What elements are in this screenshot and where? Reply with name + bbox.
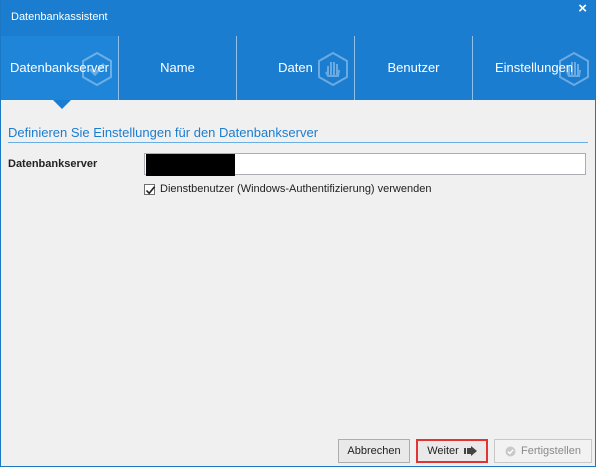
step-daten[interactable]: Daten bbox=[237, 36, 355, 100]
cancel-button[interactable]: Abbrechen bbox=[338, 439, 410, 463]
title-bar: Datenbankassistent × bbox=[1, 0, 595, 36]
close-icon[interactable]: × bbox=[578, 0, 587, 18]
cancel-button-label: Abbrechen bbox=[347, 445, 401, 457]
button-bar: Abbrechen Weiter Fertigstellen bbox=[1, 430, 595, 466]
section-divider bbox=[8, 142, 588, 143]
finish-button[interactable]: Fertigstellen bbox=[494, 439, 592, 463]
next-button[interactable]: Weiter bbox=[416, 439, 488, 463]
service-user-option[interactable]: Dienstbenutzer (Windows-Authentifizierun… bbox=[144, 183, 431, 195]
step-benutzer[interactable]: Benutzer bbox=[355, 36, 473, 100]
step-einstellungen[interactable]: Einstellungen bbox=[473, 36, 595, 100]
wizard-steps: Datenbankserver Name Daten Benutzer Eins… bbox=[1, 36, 595, 109]
next-button-label: Weiter bbox=[427, 445, 459, 457]
step-name[interactable]: Name bbox=[119, 36, 237, 100]
section-title: Definieren Sie Einstellungen für den Dat… bbox=[8, 125, 319, 140]
service-user-label: Dienstbenutzer (Windows-Authentifizierun… bbox=[160, 183, 432, 195]
server-field-label: Datenbankserver bbox=[8, 158, 98, 170]
redacted-server-name bbox=[146, 154, 235, 176]
arrow-right-icon bbox=[463, 446, 477, 456]
step-datenbankserver[interactable]: Datenbankserver bbox=[1, 36, 119, 109]
check-circle-icon bbox=[505, 446, 516, 456]
step-label: Daten bbox=[278, 60, 313, 75]
step-label: Datenbankserver bbox=[10, 60, 109, 75]
active-step-pointer bbox=[53, 100, 71, 109]
step-label: Einstellungen bbox=[494, 60, 574, 75]
service-user-checkbox[interactable] bbox=[144, 183, 156, 195]
step-label: Benutzer bbox=[387, 60, 440, 75]
checkmark-icon bbox=[145, 185, 156, 195]
database-assistant-window: Datenbankassistent × Datenbankserver Nam… bbox=[0, 0, 596, 467]
finish-button-label: Fertigstellen bbox=[521, 445, 581, 457]
step-label: Name bbox=[160, 60, 195, 75]
window-title: Datenbankassistent bbox=[11, 11, 108, 23]
main-content: Definieren Sie Einstellungen für den Dat… bbox=[1, 100, 595, 430]
